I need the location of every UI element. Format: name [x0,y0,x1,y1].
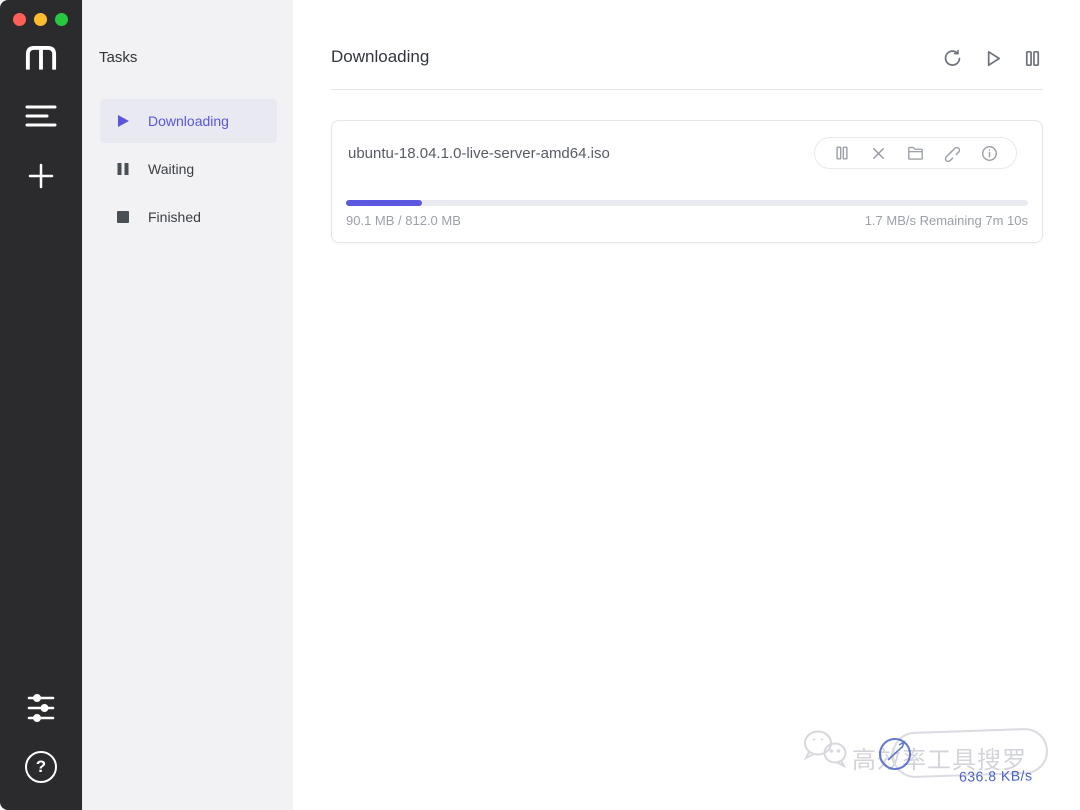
sliders-icon [27,694,55,722]
tasks-sidebar: Tasks Downloading Waiting Finished [82,0,293,810]
info-icon [981,145,998,161]
pause-all-button[interactable] [1022,48,1043,69]
add-task-button[interactable] [27,162,55,190]
page-title: Downloading [331,47,430,66]
download-task-card[interactable]: ubuntu-18.04.1.0-live-server-amd64.iso 9… [331,120,1043,243]
menu-icon [25,105,57,127]
watermark-doodle-icon [879,738,911,770]
task-size-text: 90.1 MB / 812.0 MB [346,213,461,228]
progress-bar [346,200,1028,206]
close-icon [873,147,884,159]
resume-all-button[interactable] [982,48,1003,69]
task-list-button[interactable] [25,103,57,129]
play-outline-icon [987,50,1001,67]
header-divider [331,89,1043,90]
task-speed-text: 1.7 MB/s Remaining 7m 10s [864,213,1028,228]
main-content: Downloading ubuntu-18.04.1.0-live-server… [293,0,1080,810]
watermark: 高效率工具搜罗 636.8 KB/s [800,726,1049,788]
copy-link-button[interactable] [934,145,971,162]
pause-task-button[interactable] [823,145,860,161]
sidebar-item-label: Waiting [148,161,195,177]
minimize-window-button[interactable] [34,13,47,26]
link-icon [944,146,961,162]
refresh-button[interactable] [942,48,963,69]
task-stats: 90.1 MB / 812.0 MB 1.7 MB/s Remaining 7m… [346,213,1028,228]
question-icon: ? [25,751,57,783]
header-toolbar [942,48,1043,69]
watermark-speed-text: 636.8 KB/s [958,767,1033,785]
folder-icon [908,146,923,160]
watermark-text: 高效率工具搜罗 [852,747,1027,774]
app-window: ? Tasks Downloading Waiting Finished Dow… [0,0,1080,810]
wechat-icon [803,730,847,769]
open-folder-button[interactable] [897,145,934,161]
sidebar-item-waiting[interactable]: Waiting [100,147,277,191]
watermark-capsule [891,727,1049,779]
refresh-icon [944,49,961,66]
sidebar-item-downloading[interactable]: Downloading [100,99,277,143]
help-button[interactable]: ? [25,751,57,783]
pause-outline-icon [1025,50,1040,67]
window-controls [13,13,68,26]
task-info-button[interactable] [971,145,1008,162]
task-action-pill [814,137,1017,169]
pause-icon [116,162,130,176]
pause-outline-icon [835,146,848,160]
remove-task-button[interactable] [860,146,897,161]
stop-icon [116,210,130,224]
motrix-logo-icon [24,44,58,72]
play-icon [116,114,130,128]
plus-icon [28,163,54,189]
app-rail: ? [0,0,82,810]
task-filename: ubuntu-18.04.1.0-live-server-amd64.iso [348,145,610,162]
sidebar-item-label: Finished [148,209,201,225]
task-status-nav: Downloading Waiting Finished [100,99,277,243]
close-window-button[interactable] [13,13,26,26]
progress-fill [346,200,422,206]
preferences-button[interactable] [26,692,56,724]
sidebar-item-label: Downloading [148,113,229,129]
sidebar-item-finished[interactable]: Finished [100,195,277,239]
tasks-panel-title: Tasks [99,49,138,66]
zoom-window-button[interactable] [55,13,68,26]
